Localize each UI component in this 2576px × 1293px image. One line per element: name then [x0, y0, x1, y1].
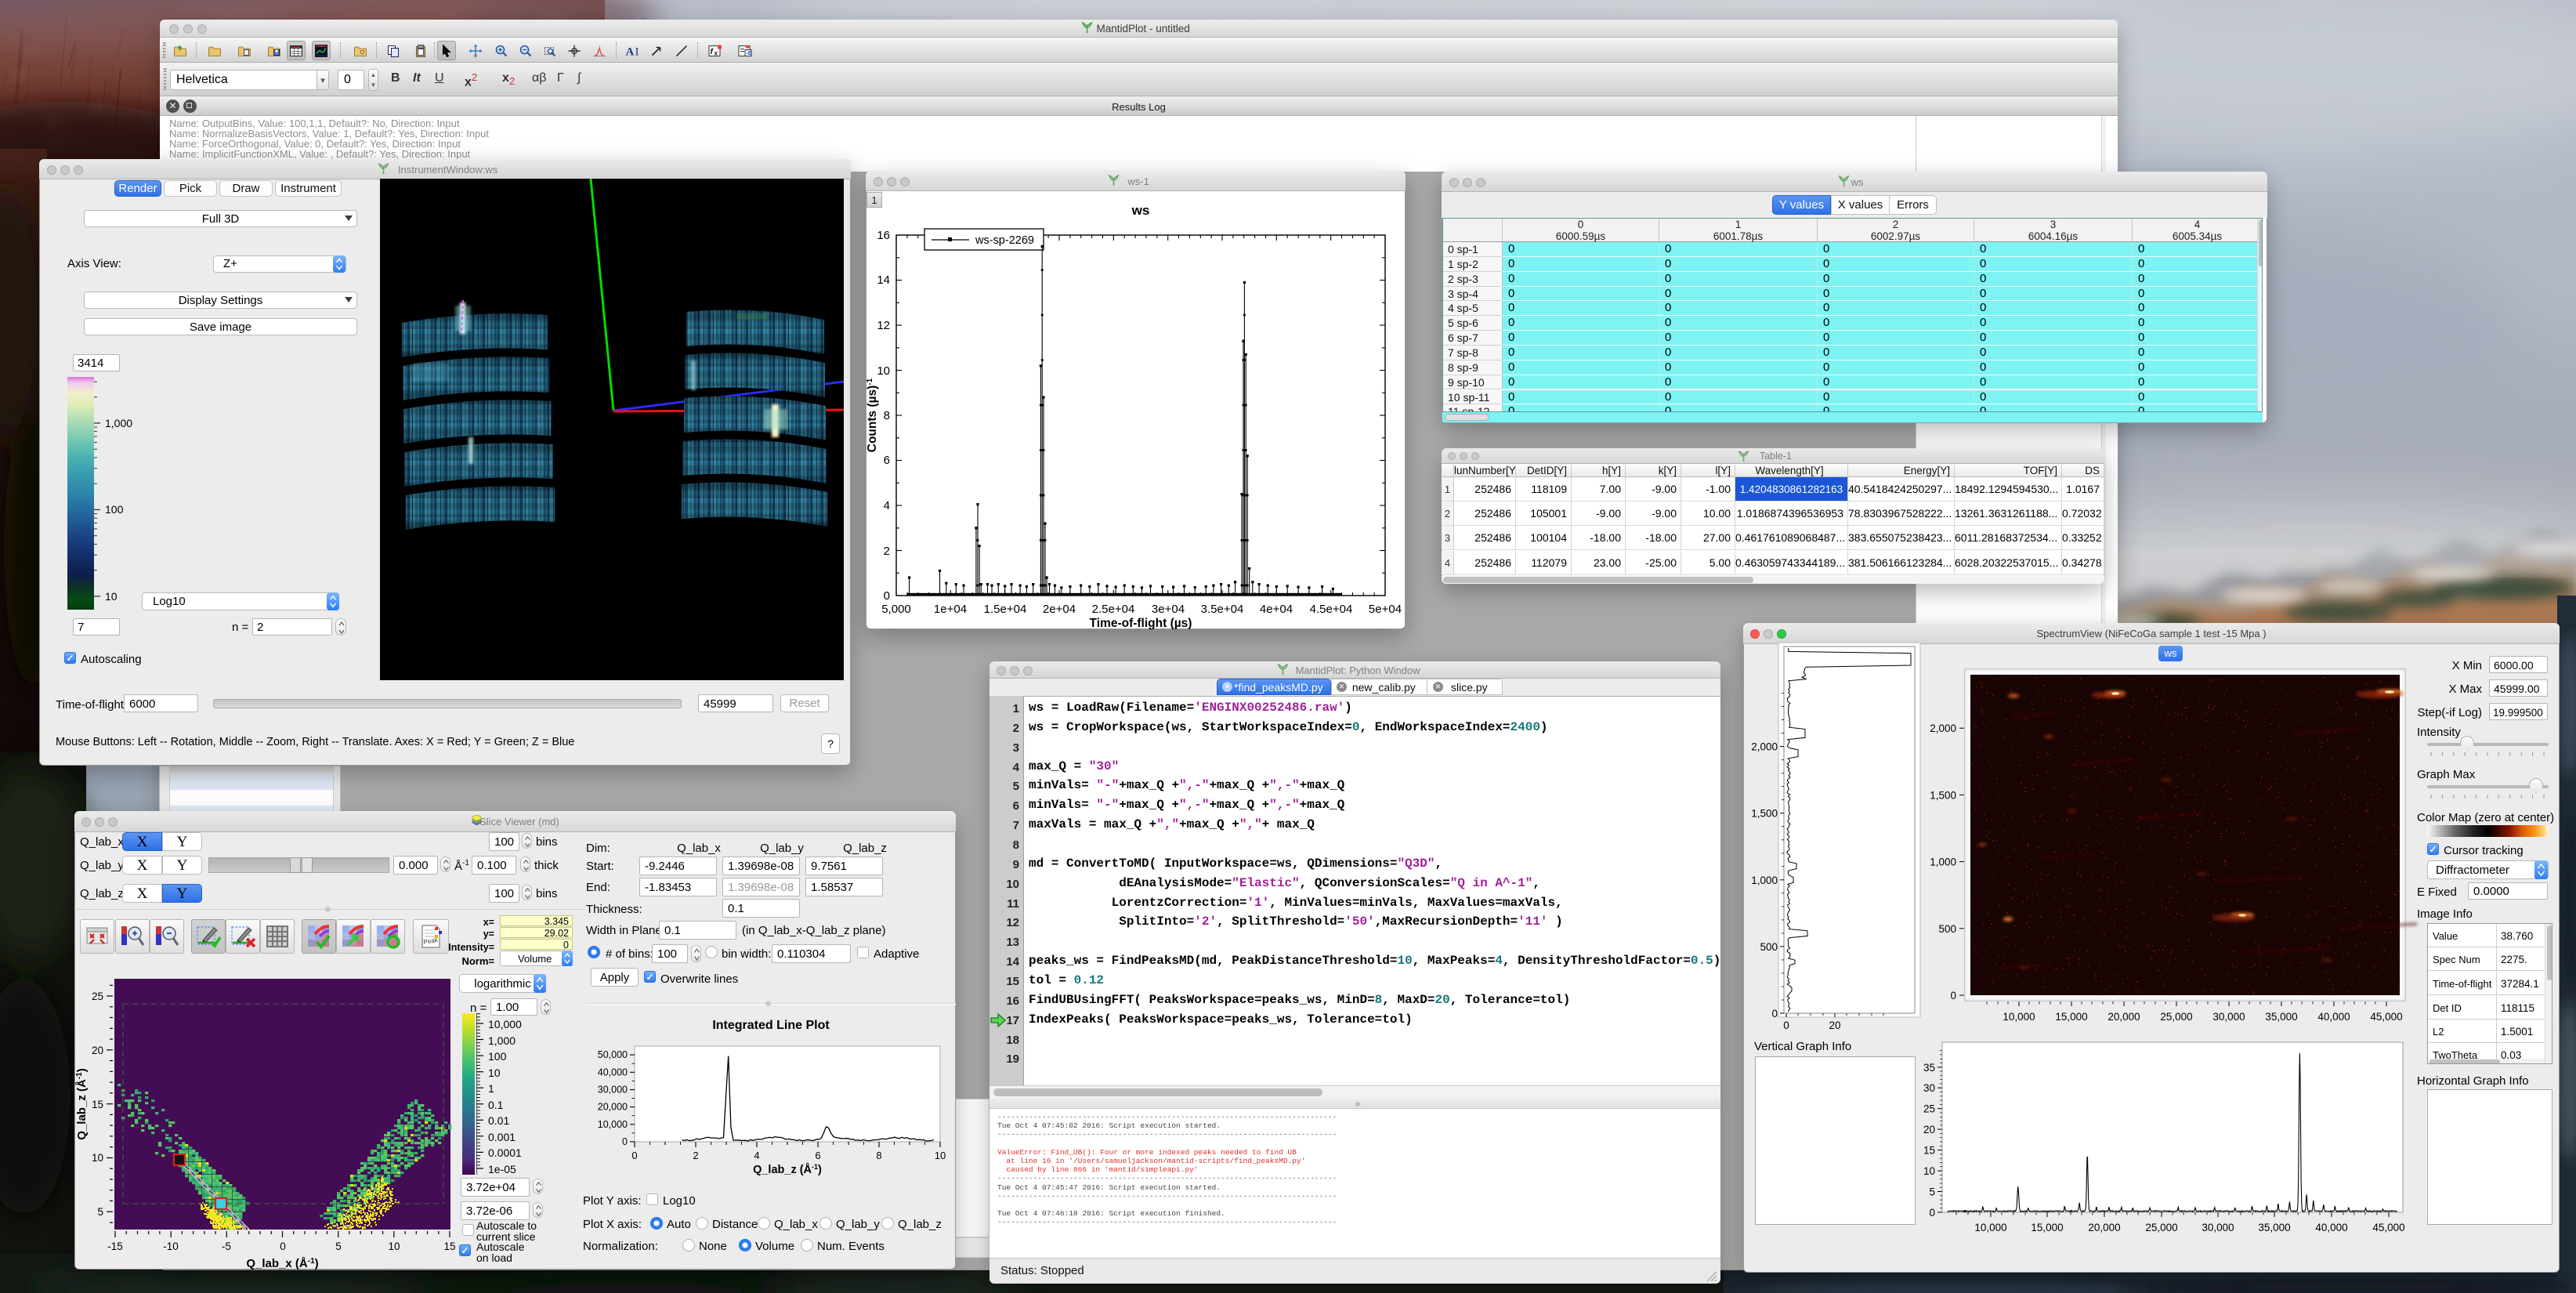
- svg-text:2e+04: 2e+04: [1043, 603, 1076, 616]
- svg-text:20,000: 20,000: [2107, 1011, 2140, 1023]
- svg-text:10,000: 10,000: [1974, 1222, 2006, 1233]
- svg-text:1.5e+04: 1.5e+04: [984, 603, 1027, 616]
- svg-text:2: 2: [884, 545, 890, 558]
- svg-text:x: x: [715, 49, 718, 56]
- svg-text:4.5e+04: 4.5e+04: [1310, 603, 1353, 616]
- svg-text:2,000: 2,000: [1930, 723, 1956, 734]
- svg-text:40,000: 40,000: [598, 1067, 628, 1078]
- svg-text:4: 4: [754, 1150, 759, 1161]
- svg-text:40,000: 40,000: [2317, 1011, 2350, 1023]
- svg-text:25: 25: [1923, 1103, 1935, 1115]
- svg-text:25,000: 25,000: [2160, 1011, 2192, 1023]
- svg-text:5e+04: 5e+04: [1369, 603, 1402, 616]
- svg-text:6: 6: [815, 1150, 820, 1161]
- svg-text:15: 15: [1923, 1145, 1935, 1157]
- svg-text:35,000: 35,000: [2265, 1011, 2297, 1023]
- svg-text:12: 12: [877, 319, 890, 332]
- svg-text:ws-sp-2269: ws-sp-2269: [975, 234, 1034, 247]
- svg-text:15,000: 15,000: [2031, 1222, 2063, 1233]
- svg-text:A: A: [626, 45, 635, 56]
- svg-text:I: I: [635, 45, 639, 56]
- svg-text:30,000: 30,000: [598, 1085, 628, 1096]
- svg-text:6: 6: [884, 454, 890, 467]
- svg-text:2: 2: [693, 1150, 698, 1161]
- svg-text:Time-of-flight (µs): Time-of-flight (µs): [1090, 617, 1192, 629]
- svg-text:8: 8: [876, 1150, 881, 1161]
- svg-text:45,000: 45,000: [2370, 1011, 2402, 1023]
- svg-text:0: 0: [631, 1150, 637, 1161]
- svg-text:20,000: 20,000: [2088, 1222, 2120, 1233]
- svg-text:40,000: 40,000: [2315, 1222, 2347, 1233]
- svg-text:10: 10: [935, 1150, 946, 1161]
- svg-text:Counts (µs)-1: Counts (µs)-1: [866, 378, 879, 452]
- svg-text:0: 0: [1950, 990, 1956, 1001]
- svg-text:1,500: 1,500: [1930, 789, 1956, 801]
- svg-text:4e+04: 4e+04: [1260, 603, 1293, 616]
- svg-text:5: 5: [1929, 1186, 1935, 1198]
- svg-text:8: 8: [884, 409, 890, 422]
- svg-text:10: 10: [877, 364, 890, 378]
- svg-text:10: 10: [1923, 1165, 1935, 1177]
- svg-text:25,000: 25,000: [2145, 1222, 2177, 1233]
- svg-text:1e+04: 1e+04: [934, 603, 967, 616]
- svg-text:10,000: 10,000: [598, 1119, 628, 1130]
- svg-text:45,000: 45,000: [2372, 1222, 2404, 1233]
- svg-text:30,000: 30,000: [2212, 1011, 2245, 1023]
- svg-text:5,000: 5,000: [881, 603, 911, 616]
- svg-text:3.5e+04: 3.5e+04: [1201, 603, 1244, 616]
- svg-text:20: 20: [1923, 1124, 1935, 1135]
- svg-text:15,000: 15,000: [2055, 1011, 2087, 1023]
- svg-text:16: 16: [877, 229, 890, 242]
- svg-text:2.5e+04: 2.5e+04: [1092, 603, 1135, 616]
- svg-text:500: 500: [1938, 923, 1956, 935]
- svg-text:4: 4: [884, 499, 890, 512]
- svg-text:14: 14: [877, 273, 890, 287]
- svg-text:30,000: 30,000: [2202, 1222, 2234, 1233]
- svg-text:30: 30: [1923, 1082, 1935, 1094]
- svg-text:Q_lab_z (Å-1): Q_lab_z (Å-1): [753, 1163, 822, 1176]
- svg-text:-B: -B: [747, 51, 752, 56]
- svg-text:35: 35: [1923, 1062, 1935, 1074]
- svg-text:20,000: 20,000: [598, 1102, 628, 1113]
- svg-text:0: 0: [1929, 1207, 1935, 1219]
- svg-text:0: 0: [884, 589, 890, 603]
- svg-text:10,000: 10,000: [2003, 1011, 2035, 1023]
- svg-text:0: 0: [622, 1136, 628, 1147]
- svg-text:35,000: 35,000: [2258, 1222, 2290, 1233]
- svg-text:1,000: 1,000: [1930, 857, 1956, 868]
- svg-text:50,000: 50,000: [598, 1049, 628, 1060]
- svg-text:ws: ws: [1131, 203, 1150, 218]
- svg-text:3e+04: 3e+04: [1152, 603, 1185, 616]
